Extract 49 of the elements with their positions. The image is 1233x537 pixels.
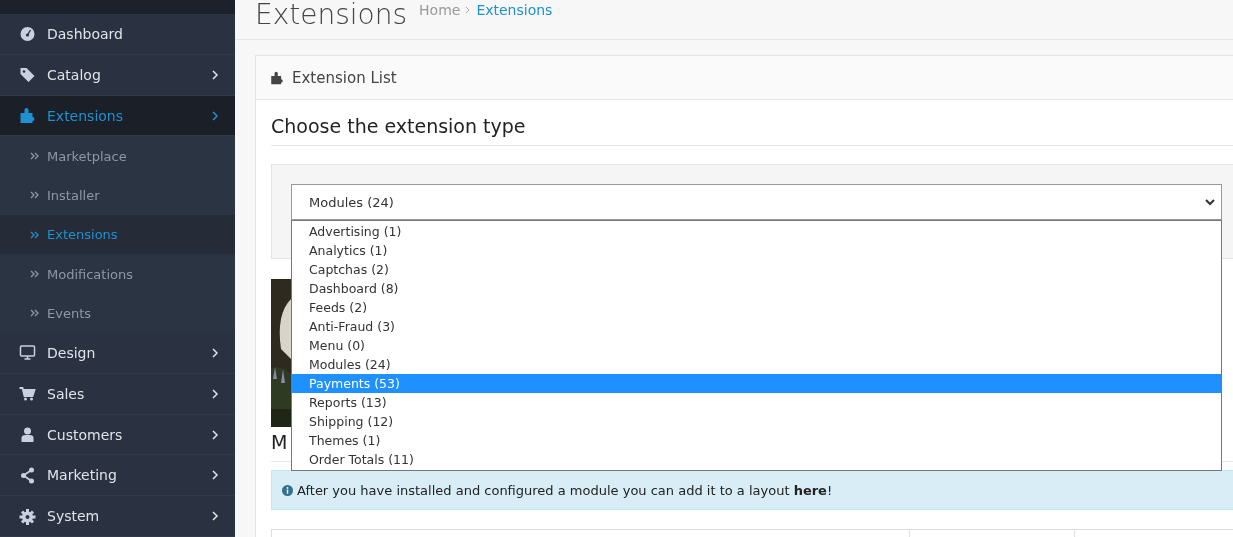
sidebar-item[interactable]: Sales: [0, 373, 235, 415]
double-chevron-icon: [30, 229, 40, 240]
double-chevron-icon: [30, 308, 40, 319]
extension-type-select[interactable]: Modules (24): [291, 184, 1222, 220]
sidebar-item[interactable]: Customers: [0, 414, 235, 456]
share-icon: [19, 466, 36, 484]
double-chevron-icon: [30, 190, 40, 201]
chevron-icon: [211, 110, 219, 121]
dashboard-icon: [19, 25, 36, 43]
chevron-icon: [211, 429, 219, 440]
sidebar-item[interactable]: Dashboard: [0, 14, 235, 55]
dropdown-option[interactable]: Analytics (1): [292, 241, 1221, 260]
dropdown-option[interactable]: Reports (13): [292, 393, 1221, 412]
dropdown-option[interactable]: Shipping (12): [292, 412, 1221, 431]
submenu-item[interactable]: Extensions: [0, 215, 235, 255]
sidebar-item[interactable]: Extensions: [0, 95, 235, 137]
dropdown-option[interactable]: Themes (1): [292, 431, 1221, 450]
dropdown-option[interactable]: Feeds (2): [292, 298, 1221, 317]
sidebar-item[interactable]: Catalog: [0, 54, 235, 96]
puzzle-icon: [270, 70, 284, 85]
chevron-icon: [465, 6, 472, 14]
dropdown-option[interactable]: Anti-Fraud (3): [292, 317, 1221, 336]
chevron-icon: [211, 347, 219, 358]
section-heading: Choose the extension type: [271, 115, 1233, 146]
tag-icon: [19, 66, 36, 84]
dropdown-option[interactable]: Captchas (2): [292, 260, 1221, 279]
dropdown-option[interactable]: Menu (0): [292, 336, 1221, 355]
sidebar-item[interactable]: System: [0, 496, 235, 537]
monitor-icon: [19, 344, 36, 362]
double-chevron-icon: [30, 151, 40, 162]
info-icon: [282, 484, 293, 496]
chevron-icon: [211, 69, 219, 80]
double-chevron-icon: [30, 269, 40, 280]
here-link[interactable]: here: [793, 482, 827, 498]
page-title: Extensions: [255, 0, 408, 30]
puzzle-icon: [19, 107, 36, 125]
settings-icon: [19, 507, 36, 525]
caret-icon: [1205, 198, 1215, 206]
dropdown-option[interactable]: Advertising (1): [292, 222, 1221, 241]
dropdown-option[interactable]: Dashboard (8): [292, 279, 1221, 298]
dropdown-option[interactable]: Modules (24): [292, 355, 1221, 374]
cart-icon: [19, 385, 36, 403]
chevron-icon: [211, 511, 219, 522]
alert-text: After you have installed and configured a module you can add it to a layout here!: [297, 482, 833, 498]
user-icon: [19, 426, 36, 444]
chevron-icon: [211, 388, 219, 399]
chevron-icon: [211, 470, 219, 481]
dropdown-option[interactable]: Order Totals (11): [292, 450, 1221, 469]
panel-title: Extension List: [292, 68, 397, 87]
